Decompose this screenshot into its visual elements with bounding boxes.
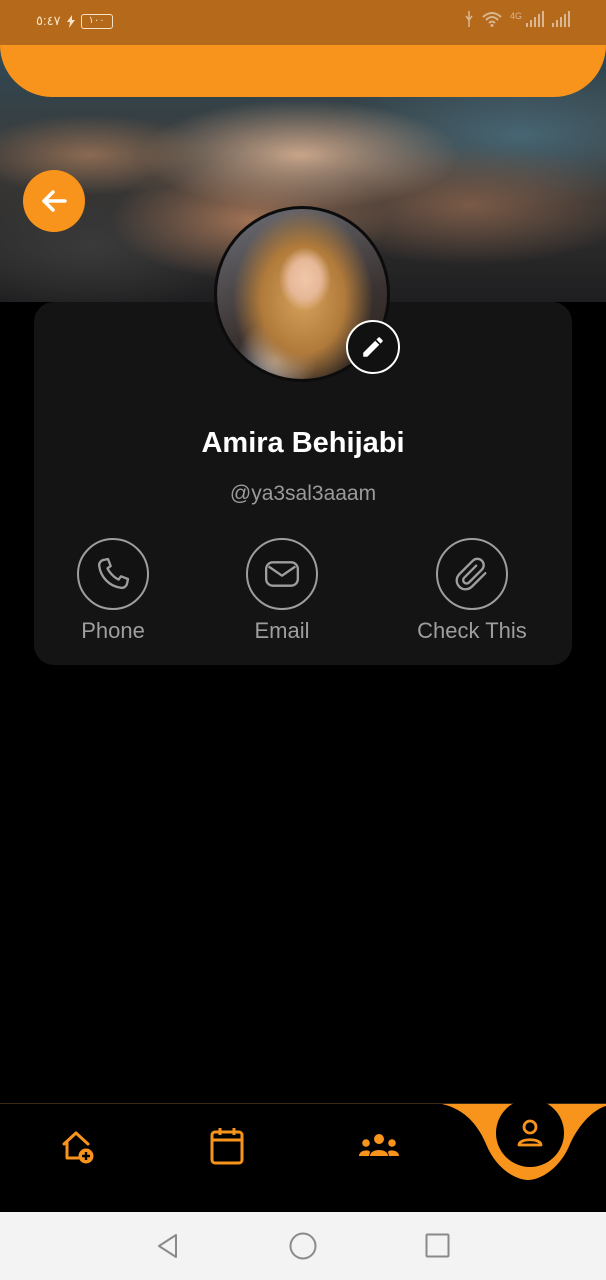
recents-square-icon[interactable] (424, 1232, 452, 1260)
add-home-icon (62, 1131, 94, 1164)
nav-calendar[interactable] (208, 1126, 246, 1171)
network-type: 4G (509, 11, 522, 21)
nav-add-home[interactable] (58, 1126, 98, 1171)
check-this-action-circle[interactable] (436, 538, 508, 610)
signal-icon-secondary (552, 11, 570, 27)
back-button[interactable] (23, 170, 85, 232)
nav-groups[interactable] (357, 1132, 401, 1165)
profile-name: Amira Behijabi (201, 427, 405, 459)
nav-profile[interactable] (496, 1099, 564, 1167)
phone-action[interactable]: Phone (33, 538, 193, 644)
status-left: ٥:٤٧ ١٠٠ (36, 13, 113, 29)
header-accent (0, 45, 606, 97)
arrow-left-icon (42, 190, 67, 212)
check-this-action[interactable]: Check This (392, 538, 552, 644)
calendar-icon (210, 1128, 244, 1165)
edit-avatar-button[interactable] (346, 320, 400, 374)
status-bar: ٥:٤٧ ١٠٠ 4G (0, 0, 606, 45)
person-icon (517, 1119, 543, 1147)
phone-icon (97, 557, 130, 590)
email-action-label: Email (254, 618, 310, 643)
status-right: 4G (464, 11, 570, 27)
profile-handle: @ya3sal3aaam (229, 482, 377, 505)
home-circle-icon[interactable] (288, 1232, 318, 1262)
paperclip-icon (455, 557, 487, 591)
charging-icon (66, 14, 75, 28)
check-this-action-label: Check This (417, 618, 527, 643)
pencil-icon (363, 337, 383, 357)
email-action[interactable]: Email (202, 538, 362, 644)
phone-action-circle[interactable] (77, 538, 149, 610)
wifi-icon (482, 12, 502, 27)
groups-icon (359, 1134, 399, 1156)
email-action-circle[interactable] (246, 538, 318, 610)
battery-indicator: ١٠٠ (80, 13, 113, 29)
status-time: ٥:٤٧ (36, 13, 61, 28)
signal-icon (526, 11, 544, 27)
back-triangle-icon[interactable] (154, 1232, 182, 1260)
system-navigation-bar (0, 1212, 606, 1280)
usb-icon (465, 11, 473, 27)
email-icon (265, 561, 299, 587)
phone-action-label: Phone (81, 618, 145, 643)
